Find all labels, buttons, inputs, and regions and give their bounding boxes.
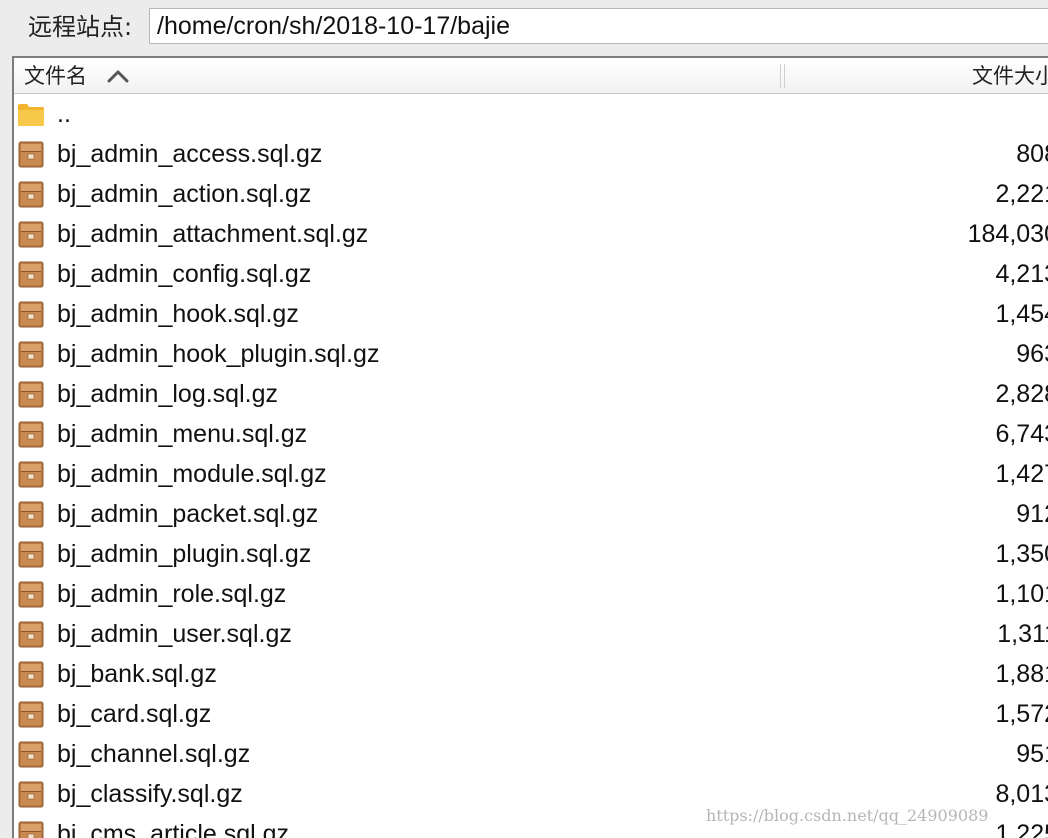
filezilla-remote-pane: 远程站点: /home/cron/sh/2018-10-17/bajie 文件名… — [0, 0, 1048, 838]
file-name: bj_admin_config.sql.gz — [57, 260, 312, 288]
file-name: bj_admin_access.sql.gz — [57, 140, 323, 168]
archive-file-icon — [17, 220, 45, 248]
file-row[interactable]: bj_bank.sql.gz 1,881 — [14, 654, 1048, 694]
remote-path-input[interactable]: /home/cron/sh/2018-10-17/bajie — [149, 8, 1048, 44]
file-name: bj_admin_module.sql.gz — [57, 460, 327, 488]
archive-file-icon — [17, 700, 45, 728]
file-size: 4,213 — [995, 260, 1048, 288]
file-row[interactable]: bj_admin_packet.sql.gz 912 — [14, 494, 1048, 534]
file-row[interactable]: bj_admin_hook_plugin.sql.gz 963 — [14, 334, 1048, 374]
file-name: bj_admin_log.sql.gz — [57, 380, 278, 408]
file-row[interactable]: bj_admin_plugin.sql.gz 1,350 — [14, 534, 1048, 574]
file-row[interactable]: bj_admin_log.sql.gz 2,828 — [14, 374, 1048, 414]
file-row[interactable]: bj_admin_config.sql.gz 4,213 — [14, 254, 1048, 294]
file-name: bj_bank.sql.gz — [57, 660, 217, 688]
file-size: 6,743 — [995, 420, 1048, 448]
file-name: bj_admin_menu.sql.gz — [57, 420, 308, 448]
file-size: 1,225 — [995, 820, 1048, 838]
archive-file-icon — [17, 380, 45, 408]
column-header-filename-label: 文件名 — [24, 64, 87, 88]
file-name: bj_admin_hook_plugin.sql.gz — [57, 340, 380, 368]
file-row[interactable]: bj_admin_role.sql.gz 1,101 — [14, 574, 1048, 614]
file-name: .. — [57, 100, 71, 128]
file-row[interactable]: bj_admin_hook.sql.gz 1,454 — [14, 294, 1048, 334]
file-name: bj_channel.sql.gz — [57, 740, 251, 768]
file-row[interactable]: bj_card.sql.gz 1,572 — [14, 694, 1048, 734]
column-header-filesize-label: 文件大小 — [972, 64, 1048, 88]
file-name: bj_admin_role.sql.gz — [57, 580, 287, 608]
file-size: 951 — [1016, 740, 1048, 768]
column-header-filesize[interactable]: 文件大小 — [784, 58, 1048, 93]
file-row[interactable]: bj_admin_module.sql.gz 1,427 — [14, 454, 1048, 494]
file-name: bj_classify.sql.gz — [57, 780, 243, 808]
parent-directory-row[interactable]: .. — [14, 94, 1048, 134]
file-size: 1,350 — [995, 540, 1048, 568]
file-row[interactable]: bj_channel.sql.gz 951 — [14, 734, 1048, 774]
file-size: 1,101 — [995, 580, 1048, 608]
file-name: bj_admin_action.sql.gz — [57, 180, 312, 208]
archive-file-icon — [17, 460, 45, 488]
file-row[interactable]: bj_admin_action.sql.gz 2,221 — [14, 174, 1048, 214]
file-size: 2,828 — [995, 380, 1048, 408]
archive-file-icon — [17, 140, 45, 168]
file-size: 184,030 — [967, 220, 1048, 248]
file-row[interactable]: bj_admin_menu.sql.gz 6,743 — [14, 414, 1048, 454]
file-name: bj_admin_attachment.sql.gz — [57, 220, 369, 248]
list-header: 文件名 文件大小 — [14, 58, 1048, 94]
archive-file-icon — [17, 260, 45, 288]
archive-file-icon — [17, 180, 45, 208]
file-name: bj_admin_plugin.sql.gz — [57, 540, 312, 568]
archive-file-icon — [17, 340, 45, 368]
archive-file-icon — [17, 580, 45, 608]
column-header-filename[interactable]: 文件名 — [14, 58, 780, 93]
file-size: 1,311 — [997, 620, 1048, 648]
folder-icon — [17, 100, 45, 128]
file-size: 1,427 — [995, 460, 1048, 488]
file-row[interactable]: bj_admin_access.sql.gz 808 — [14, 134, 1048, 174]
file-row[interactable]: bj_admin_attachment.sql.gz 184,030 — [14, 214, 1048, 254]
archive-file-icon — [17, 620, 45, 648]
archive-file-icon — [17, 300, 45, 328]
file-row[interactable]: bj_classify.sql.gz 8,013 — [14, 774, 1048, 814]
remote-site-bar: 远程站点: /home/cron/sh/2018-10-17/bajie — [0, 0, 1048, 54]
file-row[interactable]: bj_admin_user.sql.gz 1,311 — [14, 614, 1048, 654]
file-name: bj_card.sql.gz — [57, 700, 212, 728]
file-size: 912 — [1016, 500, 1048, 528]
sort-ascending-icon — [107, 70, 129, 83]
remote-file-list[interactable]: 文件名 文件大小 ..bj_admin_access.sql.gz808bj_a… — [12, 56, 1048, 838]
file-size: 2,221 — [995, 180, 1048, 208]
file-size: 1,454 — [995, 300, 1048, 328]
file-size: 8,013 — [995, 780, 1048, 808]
file-size: 1,881 — [995, 660, 1048, 688]
archive-file-icon — [17, 540, 45, 568]
archive-file-icon — [17, 660, 45, 688]
file-size: 1,572 — [995, 700, 1048, 728]
file-name: bj_admin_user.sql.gz — [57, 620, 292, 648]
archive-file-icon — [17, 780, 45, 808]
file-size: 963 — [1016, 340, 1048, 368]
archive-file-icon — [17, 500, 45, 528]
archive-file-icon — [17, 740, 45, 768]
archive-file-icon — [17, 820, 45, 838]
file-name: bj_admin_hook.sql.gz — [57, 300, 299, 328]
remote-site-label: 远程站点: — [28, 13, 133, 41]
file-name: bj_admin_packet.sql.gz — [57, 500, 319, 528]
file-row[interactable]: bj_cms_article.sql.gz 1,225 — [14, 814, 1048, 838]
file-name: bj_cms_article.sql.gz — [57, 820, 290, 838]
archive-file-icon — [17, 420, 45, 448]
file-size: 808 — [1016, 140, 1048, 168]
